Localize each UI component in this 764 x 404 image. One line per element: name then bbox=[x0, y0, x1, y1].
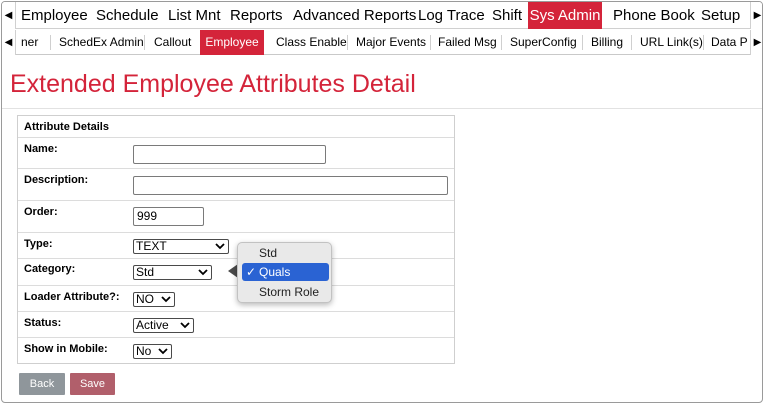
sub-menu: ◀ ner SchedEx Admin Callout Employee Cla… bbox=[2, 30, 762, 55]
submenu-item-class-enable[interactable]: Class Enable bbox=[276, 30, 347, 55]
menu-item-schedule[interactable]: Schedule bbox=[96, 2, 159, 29]
category-dropdown-menu: Std ✓ Quals Storm Role bbox=[237, 242, 332, 303]
name-row: Name: bbox=[18, 138, 454, 169]
type-label: Type: bbox=[24, 238, 53, 250]
submenu-divider bbox=[144, 35, 145, 50]
submenu-item-data-p[interactable]: Data P bbox=[711, 30, 748, 55]
name-label: Name: bbox=[24, 143, 58, 155]
menu-item-log-trace[interactable]: Log Trace bbox=[418, 2, 485, 29]
attribute-details-panel: Attribute Details Name: Description: Ord… bbox=[17, 115, 455, 364]
title-divider bbox=[2, 108, 762, 109]
top-menu: ◀ Employee Schedule List Mnt Reports Adv… bbox=[2, 2, 762, 29]
panel-header: Attribute Details bbox=[18, 116, 454, 138]
chevron-down-icon bbox=[158, 348, 168, 355]
menu-item-reports[interactable]: Reports bbox=[230, 2, 283, 29]
category-option-std-label: Std bbox=[259, 246, 278, 260]
order-input[interactable]: 999 bbox=[133, 207, 204, 226]
order-row: Order: 999 bbox=[18, 201, 454, 233]
category-option-std[interactable]: Std bbox=[242, 244, 329, 262]
submenu-divider bbox=[50, 35, 51, 50]
submenu-divider bbox=[501, 35, 502, 50]
order-label: Order: bbox=[24, 206, 58, 218]
menu-item-shift[interactable]: Shift bbox=[492, 2, 522, 29]
menu-item-phone-book[interactable]: Phone Book bbox=[613, 2, 695, 29]
category-select-value: Std bbox=[136, 265, 155, 279]
type-row: Type: TEXT bbox=[18, 233, 454, 259]
submenu-scroll-left-icon[interactable]: ◀ bbox=[2, 30, 16, 55]
submenu-item-url-links[interactable]: URL Link(s) bbox=[640, 30, 703, 55]
menu-item-sys-admin[interactable]: Sys Admin bbox=[528, 2, 602, 29]
menu-item-setup[interactable]: Setup bbox=[701, 2, 740, 29]
back-button[interactable]: Back bbox=[19, 373, 65, 395]
status-label: Status: bbox=[24, 317, 62, 329]
checkmark-icon: ✓ bbox=[246, 265, 257, 279]
page-title: Extended Employee Attributes Detail bbox=[10, 70, 416, 98]
submenu-item-failed-msg[interactable]: Failed Msg bbox=[438, 30, 497, 55]
submenu-divider bbox=[631, 35, 632, 50]
category-select[interactable]: Std bbox=[133, 265, 212, 280]
category-option-quals[interactable]: ✓ Quals bbox=[242, 263, 329, 281]
save-button[interactable]: Save bbox=[70, 373, 115, 395]
panel-header-label: Attribute Details bbox=[24, 121, 109, 133]
type-select-value: TEXT bbox=[136, 239, 167, 253]
submenu-item-superconfig[interactable]: SuperConfig bbox=[510, 30, 577, 55]
menu-scroll-right-icon[interactable]: ▶ bbox=[750, 2, 762, 29]
submenu-item-major-events[interactable]: Major Events bbox=[356, 30, 426, 55]
status-row: Status: Active bbox=[18, 312, 454, 338]
category-option-quals-label: Quals bbox=[259, 265, 291, 279]
submenu-item-billing[interactable]: Billing bbox=[591, 30, 623, 55]
description-label: Description: bbox=[24, 174, 89, 186]
loader-attribute-label: Loader Attribute?: bbox=[24, 291, 120, 303]
show-in-mobile-row: Show in Mobile: No bbox=[18, 338, 454, 363]
submenu-item-callout[interactable]: Callout bbox=[154, 30, 191, 55]
status-select[interactable]: Active bbox=[133, 318, 194, 333]
name-input[interactable] bbox=[133, 145, 326, 164]
submenu-divider bbox=[703, 35, 704, 50]
chevron-down-icon bbox=[198, 269, 208, 276]
submenu-divider bbox=[347, 35, 348, 50]
submenu-scroll-right-icon[interactable]: ▶ bbox=[750, 30, 762, 55]
chevron-down-icon bbox=[180, 322, 190, 329]
description-row: Description: bbox=[18, 169, 454, 201]
category-option-storm-role-label: Storm Role bbox=[259, 285, 320, 299]
loader-attribute-row: Loader Attribute?: NO bbox=[18, 286, 454, 312]
status-select-value: Active bbox=[136, 318, 169, 332]
menu-item-employee[interactable]: Employee bbox=[21, 2, 88, 29]
show-in-mobile-select[interactable]: No bbox=[133, 344, 172, 359]
category-option-storm-role[interactable]: Storm Role bbox=[242, 283, 329, 301]
loader-attribute-select[interactable]: NO bbox=[133, 292, 175, 307]
menu-item-list-mnt[interactable]: List Mnt bbox=[168, 2, 221, 29]
chevron-down-icon bbox=[161, 296, 171, 303]
show-in-mobile-label: Show in Mobile: bbox=[24, 343, 108, 355]
show-in-mobile-value: No bbox=[136, 344, 152, 358]
menu-scroll-left-icon[interactable]: ◀ bbox=[2, 2, 16, 29]
loader-attribute-value: NO bbox=[136, 292, 154, 306]
category-label: Category: bbox=[24, 263, 76, 275]
submenu-item-schedex-admin[interactable]: SchedEx Admin bbox=[59, 30, 144, 55]
submenu-divider bbox=[582, 35, 583, 50]
submenu-item-partner[interactable]: ner bbox=[21, 30, 38, 55]
submenu-item-employee[interactable]: Employee bbox=[200, 30, 264, 55]
submenu-divider bbox=[430, 35, 431, 50]
app-window: ◀ Employee Schedule List Mnt Reports Adv… bbox=[1, 1, 763, 403]
chevron-down-icon bbox=[215, 243, 225, 250]
menu-item-advanced-reports[interactable]: Advanced Reports bbox=[293, 2, 416, 29]
type-select[interactable]: TEXT bbox=[133, 239, 229, 254]
description-input[interactable] bbox=[133, 176, 448, 195]
